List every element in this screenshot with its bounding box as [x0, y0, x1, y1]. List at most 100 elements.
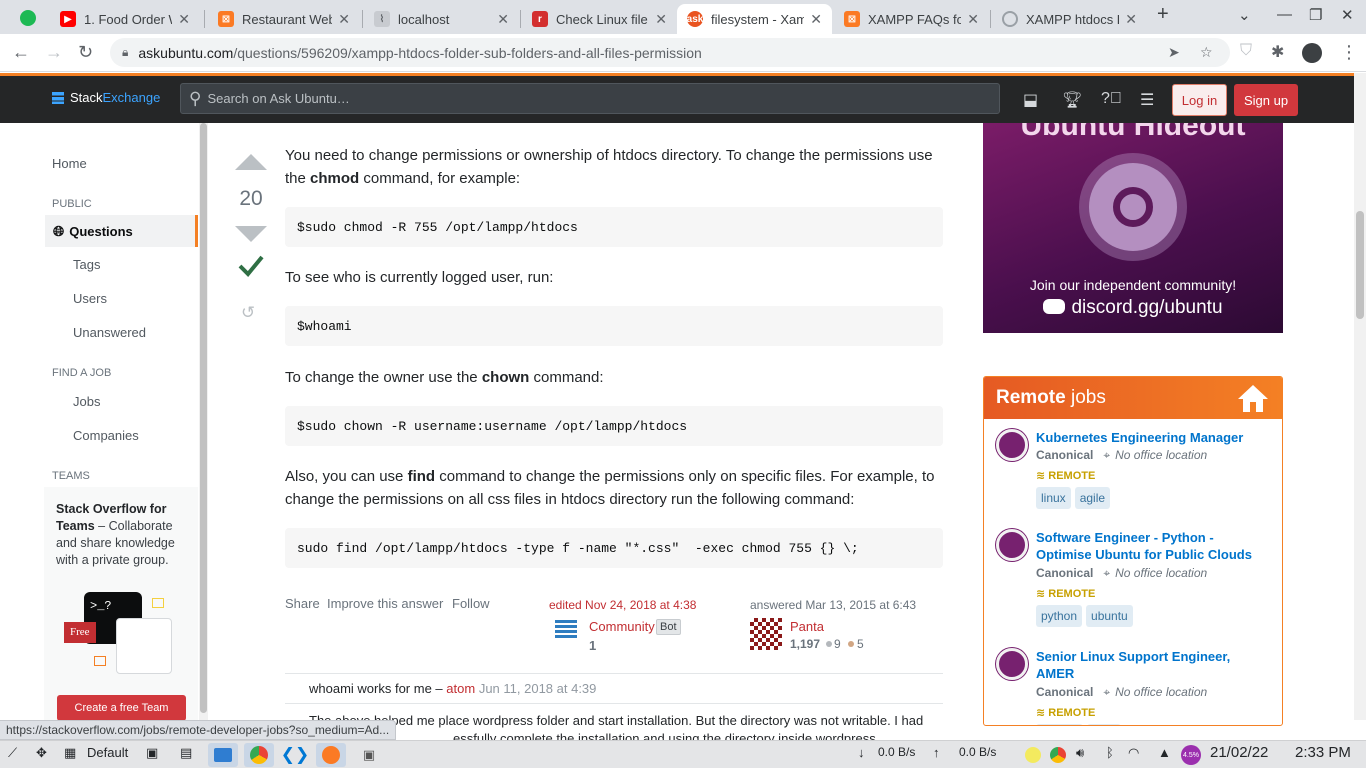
answer-paragraph-1: You need to change permissions or owners…	[285, 147, 933, 187]
screen-app-icon[interactable]: ▣	[354, 743, 384, 767]
tag[interactable]: linux	[1086, 724, 1122, 725]
job-title[interactable]: Kubernetes Engineering Manager	[1036, 429, 1271, 446]
nav-unanswered[interactable]: Unanswered	[73, 325, 146, 340]
terminal-app-icon[interactable]: ▣	[146, 745, 158, 761]
inbox-icon[interactable]: ⬓	[1023, 90, 1038, 110]
xampp-app-icon[interactable]	[316, 743, 346, 767]
close-window-button[interactable]: ✕	[1341, 6, 1354, 24]
author-name[interactable]: Panta	[790, 619, 824, 634]
stackexchange-logo[interactable]: Stack Exchange	[52, 90, 160, 105]
tray-expand-icon[interactable]: ▲	[1158, 745, 1171, 760]
location-pin-icon: ⌖	[1103, 566, 1111, 580]
site-switcher-icon[interactable]: ☰	[1140, 90, 1154, 110]
nav-tags[interactable]: Tags	[73, 257, 100, 272]
profile-avatar[interactable]	[1302, 43, 1322, 63]
tab-search-icon[interactable]: ⌄	[1238, 6, 1251, 24]
volume-icon[interactable]: 🔊︎	[1076, 745, 1084, 761]
youtube-icon: ▶	[60, 11, 76, 27]
night-light-icon[interactable]	[1025, 747, 1041, 763]
tab-filesystem[interactable]: ask filesystem - Xam ✕	[677, 4, 832, 34]
address-bar[interactable]: 🔒︎ askubuntu.com /questions/596209/xampp…	[110, 38, 1230, 67]
forward-icon[interactable]: →	[45, 42, 63, 63]
author-avatar[interactable]	[750, 618, 782, 650]
file-manager-icon[interactable]	[208, 743, 238, 767]
remote-jobs-header[interactable]: Remote jobs	[984, 377, 1282, 419]
bluetooth-icon[interactable]: ᛒ	[1106, 745, 1114, 760]
help-icon[interactable]: ?⃝	[1101, 90, 1122, 108]
vscode-icon[interactable]: ❮❯	[280, 743, 310, 767]
app-launcher-icon[interactable]: ⟋	[8, 745, 17, 761]
activity-icon[interactable]: ▦	[64, 745, 76, 761]
share-link[interactable]: Share	[285, 596, 320, 611]
log-in-button[interactable]: Log in	[1172, 84, 1227, 116]
browser-toolbar: ← → ↻ 🔒︎ askubuntu.com /questions/596209…	[0, 34, 1366, 72]
tab-xampp-faqs[interactable]: ⊠ XAMPP FAQs for ✕	[834, 4, 989, 34]
chrome-icon[interactable]	[244, 743, 274, 767]
nav-find-job-heading: FIND A JOB	[52, 367, 112, 379]
create-free-team-button[interactable]: Create a free Team	[57, 695, 186, 721]
battery-icon[interactable]: 4.5%	[1181, 745, 1201, 765]
comment-1-user[interactable]: atom	[446, 681, 475, 696]
send-icon[interactable]: ➤	[1168, 44, 1180, 61]
page-scrollbar[interactable]	[1354, 73, 1366, 720]
date[interactable]: 21/02/22	[1210, 744, 1268, 761]
downvote-button[interactable]	[235, 226, 267, 242]
url-path: /questions/596209/xampp-htdocs-folder-su…	[233, 44, 702, 61]
tag[interactable]: ubuntu	[1036, 724, 1083, 725]
upvote-button[interactable]	[235, 154, 267, 170]
nav-jobs[interactable]: Jobs	[73, 394, 100, 409]
tab-food-order[interactable]: ▶ 1. Food Order W ✕	[50, 4, 200, 34]
wifi-tray-icon[interactable]: ◠	[1128, 745, 1139, 761]
extensions-icon[interactable]: ✱	[1271, 42, 1284, 62]
follow-link[interactable]: Follow	[452, 596, 490, 611]
tab-localhost[interactable]: ⌇ localhost ✕	[364, 4, 519, 34]
status-bar-url: https://stackoverflow.com/jobs/remote-de…	[0, 720, 397, 740]
sidebar-scrollbar[interactable]	[199, 123, 208, 720]
close-icon[interactable]: ✕	[810, 11, 822, 28]
back-icon[interactable]: ←	[12, 42, 30, 63]
search-input[interactable]: ⚲ Search on Ask Ubuntu…	[180, 83, 1000, 114]
bookmark-star-icon[interactable]: ☆	[1200, 44, 1213, 61]
reload-icon[interactable]: ↻	[78, 42, 93, 63]
tag[interactable]: python	[1036, 605, 1083, 627]
community-avatar[interactable]	[555, 620, 577, 644]
nav-questions[interactable]: 🌐︎ Questions	[45, 215, 198, 247]
tab-restaurant[interactable]: ⊠ Restaurant Web ✕	[208, 4, 360, 34]
close-icon[interactable]: ✕	[338, 11, 350, 28]
tag[interactable]: agile	[1074, 487, 1111, 509]
desktop-pager-icon[interactable]: ✥	[36, 745, 47, 761]
tab-xampp-htdocs[interactable]: XAMPP htdocs F ✕	[992, 4, 1147, 34]
sign-up-button[interactable]: Sign up	[1234, 84, 1298, 116]
menu-icon[interactable]: ⋮	[1340, 42, 1358, 63]
edited-timestamp[interactable]: edited Nov 24, 2018 at 4:38	[549, 598, 696, 612]
job-title[interactable]: Software Engineer - Python - Optimise Ub…	[1036, 529, 1271, 563]
tag[interactable]: linux	[1036, 487, 1071, 509]
new-tab-button[interactable]: +	[1157, 3, 1169, 26]
nav-home[interactable]: Home	[52, 156, 87, 171]
close-icon[interactable]: ✕	[497, 11, 509, 28]
nav-companies[interactable]: Companies	[73, 428, 139, 443]
maximize-button[interactable]: ❐	[1309, 6, 1322, 24]
job-tags: python ubuntu	[1036, 605, 1137, 627]
discord-ad[interactable]: Ubuntu Hideout Join our independent comm…	[983, 123, 1283, 333]
chrome-tray-icon[interactable]	[1050, 747, 1066, 763]
activity-name[interactable]: Default	[87, 745, 128, 760]
close-icon[interactable]: ✕	[655, 11, 667, 28]
job-title[interactable]: Senior Linux Support Engineer, AMER	[1036, 648, 1271, 682]
nav-users[interactable]: Users	[73, 291, 107, 306]
chat-icon	[94, 656, 106, 666]
achievements-icon[interactable]: 🏆︎	[1062, 90, 1082, 110]
history-icon[interactable]: ↺	[241, 303, 255, 323]
time[interactable]: 2:33 PM	[1295, 744, 1351, 761]
editor-name[interactable]: Community	[589, 619, 655, 634]
close-icon[interactable]: ✕	[178, 11, 190, 28]
close-icon[interactable]: ✕	[1125, 11, 1137, 28]
minimize-button[interactable]: —	[1277, 6, 1292, 23]
tag[interactable]: ubuntu	[1086, 605, 1133, 627]
shield-icon[interactable]: ⛉	[1240, 42, 1252, 60]
close-icon[interactable]: ✕	[967, 11, 979, 28]
tab-check-linux[interactable]: r Check Linux file ✕	[522, 4, 677, 34]
system-monitor-icon[interactable]: ▤	[180, 745, 192, 761]
improve-answer-link[interactable]: Improve this answer	[327, 596, 443, 611]
spotify-icon[interactable]	[20, 10, 36, 26]
